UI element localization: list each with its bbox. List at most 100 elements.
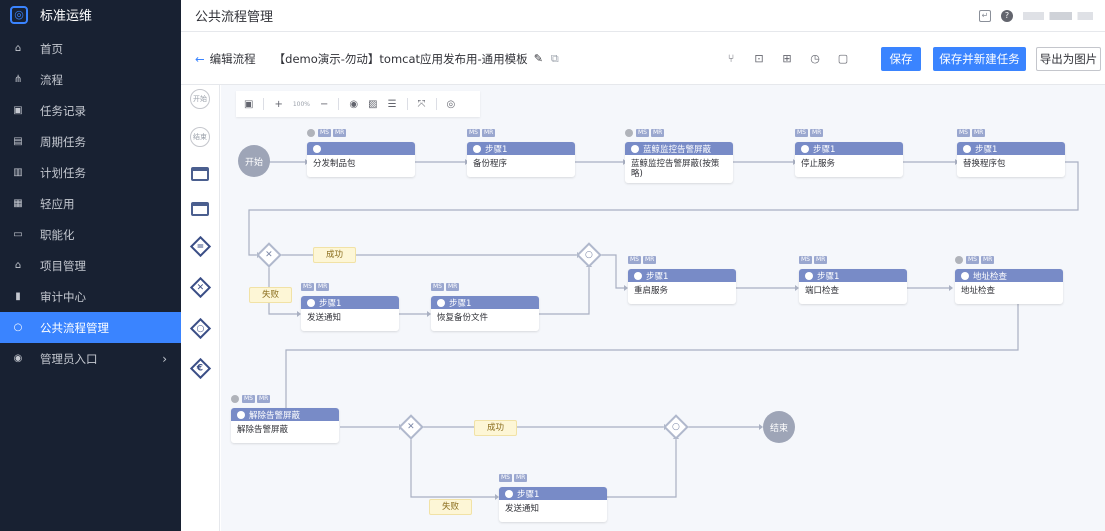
task-node-unshield-alarm[interactable]: 解除告警屏蔽 解除告警屏蔽: [231, 408, 339, 443]
notice-icon[interactable]: ↵: [979, 9, 991, 22]
condition-success[interactable]: 成功: [313, 247, 357, 263]
node-title: 重启服务: [634, 286, 669, 296]
node-header: 步骤1: [957, 142, 1065, 155]
brand-logo-icon: ◎: [10, 5, 28, 24]
admin-icon: ◉: [13, 353, 23, 364]
periodic-icon: ▤: [13, 136, 23, 147]
exclusive-gateway-icon: ✕: [265, 249, 273, 260]
settings-panel-icon[interactable]: ▢: [836, 52, 850, 65]
node-header: 步骤1: [467, 142, 575, 155]
task-node-address-check[interactable]: 地址检查 地址检查: [955, 269, 1063, 304]
end-node[interactable]: 结束: [763, 411, 795, 443]
check-icon: [307, 129, 315, 137]
sidebar-item-label: 流程: [40, 72, 63, 87]
bell-icon: [307, 298, 315, 307]
palette-exclusive-gateway[interactable]: ✕: [189, 276, 211, 298]
node-tags: MS MR: [301, 283, 330, 291]
public-flow-icon: ○: [13, 322, 23, 333]
variable-icon[interactable]: ⊞: [780, 52, 794, 65]
node-title: 分发制品包: [313, 159, 356, 169]
app-icon: ▦: [13, 198, 23, 209]
node-title: 发送通知: [505, 504, 540, 514]
branch-icon[interactable]: ⑂: [724, 52, 738, 65]
monitor-icon: [631, 144, 639, 153]
sidebar-item-project[interactable]: ⌂ 项目管理: [0, 250, 181, 281]
task-node-alarm-shield[interactable]: 蓝鲸监控告警屏蔽 蓝鲸监控告警屏蔽(按策略): [625, 142, 733, 183]
node-tags: MS MR: [795, 129, 824, 137]
node-tags: MS MR: [957, 129, 986, 137]
node-header: 蓝鲸监控告警屏蔽: [625, 142, 733, 155]
check-icon: [955, 256, 963, 264]
task-node-restart-service[interactable]: 步骤1 重启服务: [628, 269, 736, 304]
node-tags: MS MR: [799, 256, 828, 264]
condition-failure[interactable]: 失败: [249, 287, 293, 303]
flow-canvas[interactable]: ▣ + 100% − ◉ ▨ ☰ ⤧ ◎ 开始 MS MR 分发制品包 MS M…: [221, 85, 1105, 531]
sidebar-item-task-records[interactable]: ▣ 任务记录: [0, 95, 181, 126]
sidebar-item-public-flow[interactable]: ○ 公共流程管理: [0, 312, 181, 343]
task-node-restore-backup[interactable]: 步骤1 恢复备份文件: [431, 296, 539, 331]
home-icon: ⌂: [14, 43, 22, 54]
sidebar-item-label: 项目管理: [40, 258, 86, 273]
node-tags: MS MR: [431, 283, 460, 291]
node-title: 端口检查: [805, 286, 840, 296]
history-icon[interactable]: ◷: [808, 52, 822, 65]
user-menu[interactable]: [1023, 11, 1093, 20]
subprocess-node-icon: [191, 202, 209, 216]
sidebar-item-label: 公共流程管理: [40, 320, 109, 335]
sidebar-item-flow[interactable]: ⋔ 流程: [0, 64, 181, 95]
task-node-stop-service[interactable]: 步骤1 停止服务: [795, 142, 903, 177]
condition-success-2[interactable]: 成功: [474, 420, 518, 436]
task-node-notify[interactable]: 步骤1 发送通知: [301, 296, 399, 331]
sidebar-item-label: 轻应用: [40, 196, 75, 211]
parallel-gateway-icon: =: [196, 240, 204, 251]
view-tools: ⑂ ⊡ ⊞ ◷ ▢: [724, 52, 850, 65]
node-tags: MS MR: [231, 395, 271, 403]
export-image-button[interactable]: 导出为图片: [1036, 47, 1101, 71]
task-node-distribute[interactable]: 分发制品包: [307, 142, 415, 177]
palette-parallel-gateway[interactable]: =: [189, 235, 211, 257]
save-and-new-task-button[interactable]: 保存并新建任务: [933, 47, 1026, 71]
palette-converge-gateway[interactable]: ○: [189, 317, 211, 339]
task-node-replace-package[interactable]: 步骤1 替换程序包: [957, 142, 1065, 177]
sidebar-item-home[interactable]: ⌂ 首页: [0, 33, 181, 64]
plugin-icon: [473, 144, 481, 153]
node-tags: MS MR: [467, 129, 496, 137]
terminal-icon[interactable]: ⊡: [752, 52, 766, 65]
node-header: [307, 142, 415, 155]
chevron-right-icon: ›: [162, 351, 167, 366]
node-tags: MS MR: [307, 129, 347, 137]
start-node[interactable]: 开始: [238, 145, 270, 177]
editor-toolbar: ← 编辑流程 【demo演示-勿动】tomcat应用发布用-通用模板 ✎ ⧉ ⑂ …: [181, 33, 1105, 85]
save-button[interactable]: 保存: [881, 47, 921, 71]
audit-icon: ▮: [15, 291, 21, 302]
sidebar-item-admin[interactable]: ◉ 管理员入口 ›: [0, 343, 181, 374]
sidebar-item-label: 管理员入口: [40, 351, 98, 366]
sidebar-item-light-app[interactable]: ▦ 轻应用: [0, 188, 181, 219]
condition-failure-2[interactable]: 失败: [429, 499, 473, 515]
palette-start[interactable]: 开始: [189, 88, 211, 110]
palette-subprocess-node[interactable]: [189, 198, 211, 220]
back-link[interactable]: ← 编辑流程: [195, 51, 256, 67]
node-header: 步骤1: [301, 296, 399, 309]
copy-icon[interactable]: ⧉: [551, 52, 559, 66]
converge-gateway-icon: ○: [672, 421, 680, 432]
sidebar-item-periodic[interactable]: ▤ 周期任务: [0, 126, 181, 157]
plugin-icon: [313, 144, 321, 153]
palette-end[interactable]: 结束: [189, 126, 211, 148]
task-node-port-check[interactable]: 步骤1 端口检查: [799, 269, 907, 304]
palette-conditional-parallel-gateway[interactable]: €: [189, 357, 211, 379]
node-header: 地址检查: [955, 269, 1063, 282]
brand[interactable]: ◎ 标准运维: [0, 0, 181, 29]
plugin-icon: [961, 271, 969, 280]
sidebar-item-audit[interactable]: ▮ 审计中心: [0, 281, 181, 312]
sidebar-item-label: 周期任务: [40, 134, 86, 149]
palette-task-node[interactable]: [189, 163, 211, 185]
sidebar-item-plan[interactable]: ▥ 计划任务: [0, 157, 181, 188]
help-icon[interactable]: ?: [1001, 9, 1013, 22]
conditional-parallel-gateway-icon: €: [196, 362, 204, 373]
task-node-notify-2[interactable]: 步骤1 发送通知: [499, 487, 607, 522]
task-node-backup[interactable]: 步骤1 备份程序: [467, 142, 575, 177]
plugin-icon: [634, 271, 642, 280]
edit-pencil-icon[interactable]: ✎: [534, 52, 543, 65]
sidebar-item-function[interactable]: ▭ 职能化: [0, 219, 181, 250]
